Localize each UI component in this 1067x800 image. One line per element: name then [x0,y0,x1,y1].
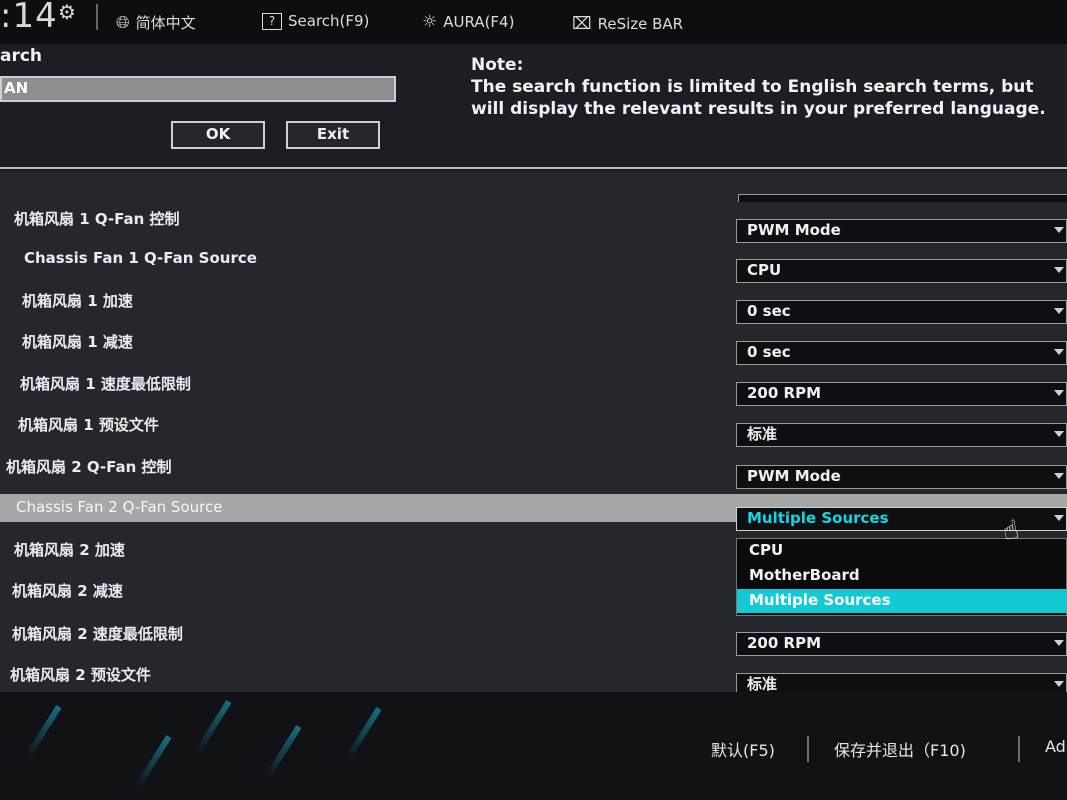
clock-time: :14 [0,0,58,36]
ok-button[interactable]: OK [171,121,265,149]
setting-label: 机箱风扇 2 减速 [12,582,123,600]
setting-value: PWM Mode [747,221,841,239]
setting-label: 机箱风扇 1 减速 [22,333,133,351]
aura-light-icon: ☼ [422,12,438,32]
setting-value-select[interactable]: CPU [736,259,1067,283]
resize-bar-button[interactable]: ⌧ ReSize BAR [572,14,683,34]
search-title: arch [0,46,43,66]
decor-stripe [24,704,62,760]
setting-value: 0 sec [747,343,791,361]
exit-button[interactable]: Exit [286,121,380,149]
setting-value-select[interactable]: 200 RPM [736,382,1067,406]
search-f9-button[interactable]: ? Search(F9) [262,12,369,30]
dropdown-arrow-icon [1054,390,1064,396]
resize-bar-label: ReSize BAR [597,15,684,33]
advanced-mode-button[interactable]: Ad [1045,737,1066,756]
setting-label: 机箱风扇 1 加速 [22,292,133,310]
bottombar-divider [807,736,809,762]
resize-bar-icon: ⌧ [572,14,592,34]
setting-label: Chassis Fan 1 Q-Fan Source [24,249,257,267]
setting-value-select[interactable]: 0 sec [736,341,1067,365]
setting-value-partial [738,194,1067,202]
dropdown-arrow-icon [1054,349,1064,355]
language-button[interactable]: 🌐︎ 简体中文 [116,12,196,33]
setting-value: 200 RPM [747,634,822,652]
search-note: Note: The search function is limited to … [471,54,1061,120]
question-mark-icon: ? [262,12,282,30]
setting-label: 机箱风扇 2 Q-Fan 控制 [6,458,172,476]
language-label: 简体中文 [135,14,196,32]
setting-value: PWM Mode [747,467,841,485]
decor-stripe [264,724,302,780]
setting-label: 机箱风扇 2 加速 [14,541,125,559]
dropdown-arrow-icon [1054,515,1064,521]
dropdown-arrow-icon [1054,681,1064,687]
fan-source-dropdown: CPU MotherBoard Multiple Sources [736,538,1067,616]
setting-label: 机箱风扇 1 速度最低限制 [20,375,191,393]
dropdown-arrow-icon [1054,431,1064,437]
decor-stripe [344,706,382,762]
aura-label: AURA(F4) [443,13,515,31]
dropdown-option-motherboard[interactable]: MotherBoard [737,564,1067,588]
decor-stripe [134,734,172,790]
setting-value-select[interactable]: 标准 [736,423,1067,447]
dropdown-arrow-icon [1054,473,1064,479]
setting-value: Multiple Sources [747,509,889,527]
aura-button[interactable]: ☼ AURA(F4) [422,12,514,32]
setting-label: 机箱风扇 2 速度最低限制 [12,625,183,643]
setting-value: 200 RPM [747,384,822,402]
search-input[interactable]: AN [0,76,396,102]
search-f9-label: Search(F9) [288,12,370,30]
setting-value-select[interactable]: 200 RPM [736,632,1067,656]
setting-label: 机箱风扇 1 预设文件 [18,416,159,434]
setting-value: 标准 [747,675,778,693]
dropdown-arrow-icon [1054,308,1064,314]
dropdown-arrow-icon [1054,227,1064,233]
topbar-divider [96,4,98,30]
settings-gear-icon[interactable]: ⚙ [58,0,76,24]
save-exit-f10-button[interactable]: 保存并退出（F10) [834,737,966,761]
decor-stripe [194,699,232,755]
setting-value-select[interactable]: 0 sec [736,300,1067,324]
default-f5-button[interactable]: 默认(F5) [711,737,775,761]
bottombar-divider [1018,736,1020,762]
panel-divider [0,167,1067,169]
setting-label: 机箱风扇 1 Q-Fan 控制 [14,210,180,228]
note-text: The search function is limited to Englis… [471,77,1046,119]
dropdown-arrow-icon [1054,640,1064,646]
setting-value-select[interactable]: PWM Mode [736,219,1067,243]
setting-value: 0 sec [747,302,791,320]
dropdown-arrow-icon [1054,267,1064,273]
top-bar: :14 ⚙ 🌐︎ 简体中文 ? Search(F9) ☼ AURA(F4) ⌧ … [0,0,1067,44]
setting-label: 机箱风扇 2 预设文件 [10,666,151,684]
globe-icon: 🌐︎ [116,12,130,33]
dropdown-option-multiple-sources[interactable]: Multiple Sources [737,589,1067,613]
setting-value: 标准 [747,425,778,443]
setting-value: CPU [747,261,782,279]
note-title: Note: [471,55,524,75]
setting-label-highlighted: Chassis Fan 2 Q-Fan Source [16,498,223,516]
setting-value-select[interactable]: PWM Mode [736,465,1067,489]
